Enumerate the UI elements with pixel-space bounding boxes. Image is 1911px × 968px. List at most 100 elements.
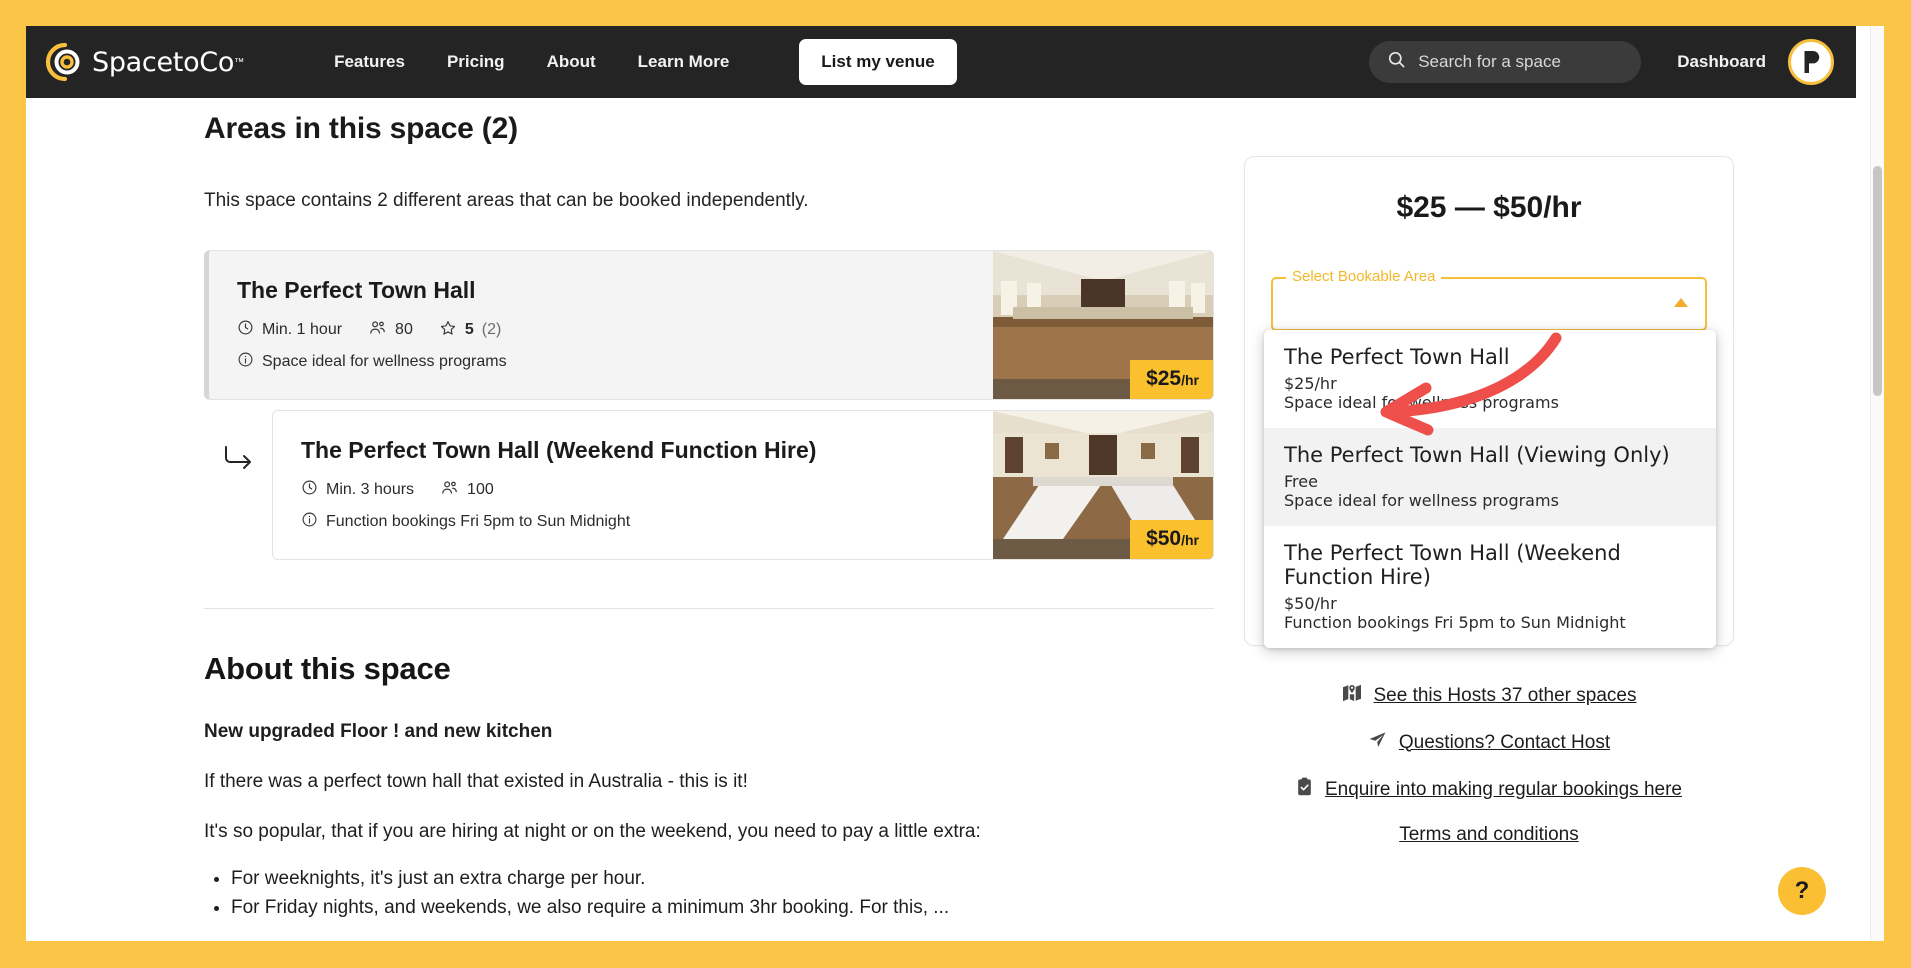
area-thumbnail[interactable]: $50/hr: [993, 411, 1213, 559]
dropdown-option-price: Free: [1284, 471, 1318, 491]
about-bullet-list: For weeknights, it's just an extra charg…: [204, 868, 1214, 919]
bookable-area-select-label: Select Bookable Area: [1286, 268, 1442, 285]
dropdown-option-title: The Perfect Town Hall (Weekend Function …: [1284, 540, 1621, 590]
area-meta-row: Min. 1 hour 80 5 (2): [237, 318, 969, 342]
brand-logo[interactable]: SpacetoCo ™: [44, 41, 244, 83]
top-navbar: SpacetoCo ™ Features Pricing About Learn…: [26, 26, 1856, 98]
info-icon: [237, 351, 254, 373]
clock-icon: [237, 319, 254, 341]
nested-area-row: The Perfect Town Hall (Weekend Function …: [204, 410, 1214, 560]
nav-item-about[interactable]: About: [547, 52, 596, 72]
screenshot-root: Areas in this space (2) This space conta…: [0, 0, 1911, 968]
side-links-list: See this Hosts 37 other spaces Questions…: [1244, 684, 1734, 846]
brand-name: SpacetoCo: [92, 46, 235, 78]
area-name: The Perfect Town Hall: [237, 277, 476, 303]
page-scrollbar[interactable]: [1870, 26, 1884, 941]
area-card-body: The Perfect Town Hall (Weekend Function …: [273, 411, 993, 559]
clock-icon: [301, 479, 318, 501]
dropdown-option[interactable]: The Perfect Town Hall $25/hr Space ideal…: [1264, 330, 1716, 428]
about-bullet: For weeknights, it's just an extra charg…: [231, 868, 1214, 890]
nav-item-pricing[interactable]: Pricing: [447, 52, 505, 72]
clipboard-check-icon: [1296, 777, 1313, 802]
area-note-label: Space ideal for wellness programs: [262, 353, 507, 370]
area-thumbnail[interactable]: $25/hr: [993, 251, 1213, 399]
dropdown-option-price: $25/hr: [1284, 373, 1337, 393]
dropdown-option-title: The Perfect Town Hall: [1284, 345, 1510, 369]
terms-label: Terms and conditions: [1399, 824, 1579, 845]
about-paragraph-2: It's so popular, that if you are hiring …: [204, 821, 981, 842]
area-name: The Perfect Town Hall (Weekend Function …: [301, 437, 817, 463]
area-price-badge: $50/hr: [1130, 520, 1213, 559]
area-min-time: Min. 1 hour: [237, 319, 342, 341]
price-range-heading: $25 — $50/hr: [1396, 191, 1582, 224]
terms-link[interactable]: Terms and conditions: [1399, 824, 1579, 846]
contact-host-label: Questions? Contact Host: [1398, 731, 1611, 753]
area-price-amount: $50: [1146, 527, 1182, 550]
area-min-time-label: Min. 3 hours: [326, 481, 415, 498]
areas-list: The Perfect Town Hall Min. 1 hour 80 5 (…: [204, 250, 1214, 560]
nav-item-learn-more[interactable]: Learn More: [638, 52, 730, 72]
regular-bookings-link[interactable]: Enquire into making regular bookings her…: [1296, 777, 1682, 802]
spacetoco-logo-icon: [44, 41, 86, 83]
area-card[interactable]: The Perfect Town Hall Min. 1 hour 80 5 (…: [204, 250, 1214, 400]
area-price-amount: $25: [1146, 367, 1182, 390]
see-other-spaces-label: See this Hosts 37 other spaces: [1373, 685, 1637, 706]
area-note: Space ideal for wellness programs: [237, 351, 969, 373]
area-capacity: 100: [440, 478, 494, 502]
browser-viewport: Areas in this space (2) This space conta…: [26, 26, 1884, 941]
area-capacity-label: 100: [467, 481, 494, 498]
search-icon: [1387, 50, 1406, 74]
scrollbar-thumb[interactable]: [1873, 166, 1882, 396]
areas-heading: Areas in this space (2): [204, 112, 518, 145]
about-lead-text: New upgraded Floor ! and new kitchen: [204, 721, 553, 742]
area-capacity-label: 80: [395, 321, 413, 338]
search-input[interactable]: Search for a space: [1369, 41, 1642, 83]
areas-intro-text: This space contains 2 different areas th…: [204, 190, 809, 211]
dashboard-link[interactable]: Dashboard: [1677, 52, 1766, 72]
about-heading: About this space: [204, 651, 451, 686]
search-placeholder: Search for a space: [1418, 52, 1561, 71]
dropdown-option-desc: Function bookings Fri 5pm to Sun Midnigh…: [1284, 613, 1626, 633]
people-icon: [368, 318, 387, 342]
area-price-unit: /hr: [1181, 532, 1199, 548]
area-rating-value: 5: [464, 321, 474, 338]
area-price-badge: $25/hr: [1130, 360, 1213, 399]
bookable-area-dropdown[interactable]: The Perfect Town Hall $25/hr Space ideal…: [1264, 330, 1716, 649]
area-min-time-label: Min. 1 hour: [262, 321, 343, 338]
about-bullet: For Friday nights, and weekends, we also…: [231, 897, 1214, 919]
chevron-up-icon[interactable]: [1673, 295, 1689, 313]
area-note-label: Function bookings Fri 5pm to Sun Midnigh…: [326, 513, 631, 530]
bookable-area-select[interactable]: Select Bookable Area: [1271, 268, 1707, 331]
area-price-unit: /hr: [1181, 372, 1199, 388]
area-min-time: Min. 3 hours: [301, 479, 414, 501]
page-content: Areas in this space (2) This space conta…: [26, 26, 1856, 941]
contact-host-link[interactable]: Questions? Contact Host: [1368, 730, 1610, 755]
dropdown-option-title: The Perfect Town Hall (Viewing Only): [1284, 442, 1670, 467]
nav-links: Features Pricing About Learn More List m…: [334, 39, 957, 85]
map-icon: [1342, 684, 1362, 708]
avatar-logo-icon: [1804, 51, 1820, 73]
area-rating-count: (2): [481, 321, 502, 338]
area-rating: 5 (2): [439, 319, 501, 342]
dropdown-option-desc: Space ideal for wellness programs: [1284, 392, 1559, 412]
dropdown-option[interactable]: The Perfect Town Hall (Weekend Function …: [1264, 526, 1716, 649]
avatar[interactable]: [1788, 39, 1834, 85]
nav-item-features[interactable]: Features: [334, 52, 405, 72]
info-icon: [301, 511, 318, 533]
area-meta-row: Min. 3 hours 100: [301, 478, 969, 502]
list-my-venue-button[interactable]: List my venue: [799, 39, 957, 85]
see-other-spaces-link[interactable]: See this Hosts 37 other spaces: [1342, 684, 1637, 708]
area-note: Function bookings Fri 5pm to Sun Midnigh…: [301, 511, 969, 533]
main-content-column: Areas in this space (2) This space conta…: [204, 112, 1214, 941]
star-icon: [439, 319, 457, 342]
regular-bookings-label: Enquire into making regular bookings her…: [1325, 778, 1682, 800]
area-card-body: The Perfect Town Hall Min. 1 hour 80 5 (…: [209, 251, 993, 399]
about-paragraph-1: If there was a perfect town hall that ex…: [204, 771, 748, 792]
section-divider: [204, 608, 1214, 609]
area-card[interactable]: The Perfect Town Hall (Weekend Function …: [272, 410, 1214, 560]
dropdown-option-price: $50/hr: [1284, 594, 1337, 614]
brand-trademark: ™: [234, 56, 245, 68]
help-button[interactable]: ?: [1778, 867, 1826, 915]
dropdown-option[interactable]: The Perfect Town Hall (Viewing Only) Fre…: [1264, 427, 1716, 526]
nested-arrow-icon: [204, 410, 272, 470]
